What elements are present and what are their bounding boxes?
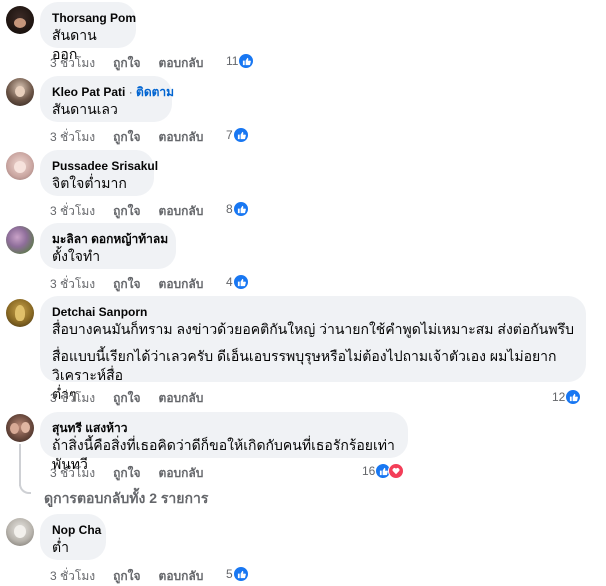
reaction-number: 11: [226, 54, 239, 68]
reply-button[interactable]: ตอบกลับ: [159, 202, 204, 221]
comment-text-line-2: สื่อแบบนี้เรียกได้ว่าเลวครับ ดีเอ็นเอบรร…: [52, 348, 557, 383]
like-button[interactable]: ถูกใจ: [113, 275, 140, 294]
like-reaction-icon: [232, 127, 249, 143]
comment-bubble: สุนทรี แสงห้าว ถ้าสิ่งนี้คือสิ่งที่เธอคิ…: [40, 412, 408, 472]
avatar[interactable]: [6, 152, 34, 180]
reply-button[interactable]: ตอบกลับ: [159, 275, 204, 294]
comment-actions: 3 ชั่วโมง ถูกใจ ตอบกลับ: [50, 567, 203, 586]
commenter-name[interactable]: Thorsang Pom: [52, 10, 136, 26]
reply-button[interactable]: ตอบกลับ: [159, 464, 204, 483]
comment-text: ตั้งใจทำ: [52, 248, 101, 264]
comment-text-line-1: สื่อบางคนมันก็ทราม ลงข่าวด้วยอคติกันใหญ่…: [52, 321, 574, 337]
reaction-count[interactable]: 11: [226, 53, 255, 69]
like-button[interactable]: ถูกใจ: [113, 202, 140, 221]
like-button[interactable]: ถูกใจ: [113, 128, 140, 147]
timestamp[interactable]: 3 ชั่วโมง: [50, 54, 95, 73]
commenter-name[interactable]: มะลิลา ดอกหญ้าท้าลม: [52, 231, 168, 247]
avatar[interactable]: [6, 226, 34, 254]
comment-bubble: Pussadee Srisakul จิตใจต่ำมาก: [40, 150, 158, 196]
reaction-number: 16: [362, 464, 376, 478]
like-button[interactable]: ถูกใจ: [113, 464, 140, 483]
timestamp[interactable]: 3 ชั่วโมง: [50, 275, 95, 294]
comment-actions: 3 ชั่วโมง ถูกใจ ตอบกลับ: [50, 464, 203, 483]
reaction-number: 5: [226, 567, 233, 581]
comment-actions: 3 ชั่วโมง ถูกใจ ตอบกลับ: [50, 389, 203, 408]
comment-bubble: Kleo Pat Pati · ติดตาม สันดานเลว: [40, 76, 174, 122]
like-reaction-icon: [238, 53, 255, 69]
reaction-count[interactable]: 12: [552, 389, 582, 405]
reaction-count[interactable]: 8: [226, 201, 249, 217]
like-reaction-icon: [232, 274, 249, 290]
like-reaction-icon: [565, 389, 582, 405]
reaction-count[interactable]: 4: [226, 274, 249, 290]
like-button[interactable]: ถูกใจ: [113, 567, 140, 586]
comment-actions: 3 ชั่วโมง ถูกใจ ตอบกลับ: [50, 202, 203, 221]
comment-actions: 3 ชั่วโมง ถูกใจ ตอบกลับ: [50, 128, 203, 147]
love-reaction-icon: [388, 463, 405, 479]
reaction-number: 12: [552, 390, 566, 404]
thread-connector-curve: [19, 482, 31, 494]
commenter-name[interactable]: Nop Cha: [52, 522, 101, 538]
commenter-name[interactable]: Pussadee Srisakul: [52, 158, 158, 174]
timestamp[interactable]: 3 ชั่วโมง: [50, 464, 95, 483]
reply-button[interactable]: ตอบกลับ: [159, 54, 204, 73]
thread-connector-line: [19, 444, 21, 486]
reaction-count[interactable]: 5: [226, 566, 249, 582]
comment-bubble: Nop Cha ต่ำ: [40, 514, 106, 560]
timestamp[interactable]: 3 ชั่วโมง: [50, 202, 95, 221]
comment-bubble: มะลิลา ดอกหญ้าท้าลม ตั้งใจทำ: [40, 223, 176, 269]
reply-button[interactable]: ตอบกลับ: [159, 567, 204, 586]
comment-actions: 3 ชั่วโมง ถูกใจ ตอบกลับ: [50, 275, 203, 294]
follow-button[interactable]: ติดตาม: [136, 85, 174, 99]
reaction-number: 7: [226, 128, 233, 142]
comment-bubble: Detchai Sanporn สื่อบางคนมันก็ทราม ลงข่า…: [40, 296, 586, 402]
commenter-name[interactable]: Detchai Sanporn: [52, 304, 574, 320]
reply-button[interactable]: ตอบกลับ: [159, 389, 204, 408]
comment-text: สันดานเลว: [52, 101, 118, 117]
reaction-count[interactable]: 7: [226, 127, 249, 143]
avatar[interactable]: [6, 299, 34, 327]
comment-text: ต่ำ: [52, 539, 69, 555]
avatar[interactable]: [6, 6, 34, 34]
like-button[interactable]: ถูกใจ: [113, 54, 140, 73]
separator-dot: ·: [125, 85, 137, 99]
timestamp[interactable]: 3 ชั่วโมง: [50, 128, 95, 147]
comment-bubble: Thorsang Pom สันดาน ออก: [40, 2, 136, 62]
commenter-name[interactable]: สุนทรี แสงห้าว: [52, 420, 396, 436]
avatar[interactable]: [6, 414, 34, 442]
view-replies-link[interactable]: ดูการตอบกลับทั้ง 2 รายการ: [44, 488, 208, 510]
timestamp[interactable]: 3 ชั่วโมง: [50, 389, 95, 408]
avatar[interactable]: [6, 518, 34, 546]
reaction-count[interactable]: 16: [362, 463, 405, 479]
reply-button[interactable]: ตอบกลับ: [159, 128, 204, 147]
commenter-name[interactable]: Kleo Pat Pati: [52, 85, 125, 99]
timestamp[interactable]: 3 ชั่วโมง: [50, 567, 95, 586]
like-reaction-icon: [232, 201, 249, 217]
avatar[interactable]: [6, 78, 34, 106]
comment-text: จิตใจต่ำมาก: [52, 175, 127, 191]
reaction-number: 4: [226, 275, 233, 289]
like-button[interactable]: ถูกใจ: [113, 389, 140, 408]
like-reaction-icon: [232, 566, 249, 582]
comment-actions: 3 ชั่วโมง ถูกใจ ตอบกลับ: [50, 54, 203, 73]
reaction-number: 8: [226, 202, 233, 216]
